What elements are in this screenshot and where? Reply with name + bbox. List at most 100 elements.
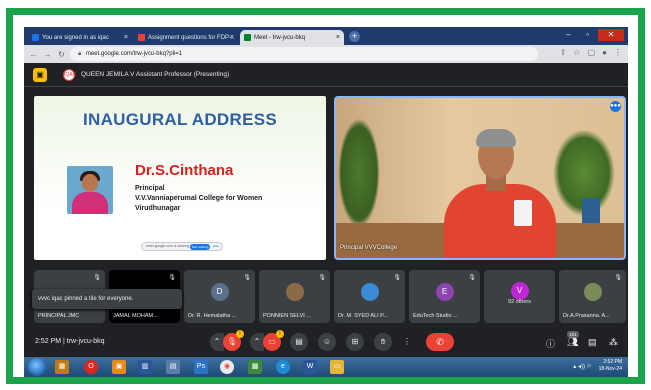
emoji-reaction-button[interactable]: ☺ bbox=[318, 333, 336, 351]
toolbar-actions: ⇪ ☆ ▢ ● ⋮ bbox=[560, 48, 622, 57]
participant-tile[interactable]: 🎙︎ D Dr. R. Hemalatha ... bbox=[184, 270, 255, 323]
mic-off-icon: 🎙︎ bbox=[318, 275, 326, 281]
tab-label: Assignment questions for FDP-.. bbox=[148, 34, 235, 41]
captions-button[interactable]: ▤ bbox=[290, 333, 308, 351]
clock-date: 18-Nov-24 bbox=[598, 366, 622, 372]
app-icon[interactable]: ▣ bbox=[112, 360, 126, 374]
forward-arrow-icon[interactable]: → bbox=[43, 50, 52, 59]
participant-tile[interactable]: 🎙︎ PONNIEN SELVI ... bbox=[259, 270, 330, 323]
minimize-icon[interactable]: – bbox=[560, 29, 577, 41]
video-options-button[interactable]: ⌃ bbox=[250, 333, 264, 351]
meet-favicon-icon bbox=[244, 34, 251, 41]
others-count: 92 others bbox=[508, 299, 531, 305]
windows-taskbar: ▦ O ▣ ▥ ▤ Ps ◉ ▩ e W ▭ ▴ ◂)) ⚐ 2:52 PM 1… bbox=[24, 357, 628, 377]
presenter-label: QUEEN JEMILA V Assistant Professor (Pres… bbox=[81, 71, 230, 78]
internet-explorer-icon[interactable]: e bbox=[276, 360, 290, 374]
mic-warning-badge: ! bbox=[236, 330, 244, 338]
back-arrow-icon[interactable]: ← bbox=[29, 50, 38, 59]
file-explorer-icon[interactable]: ▦ bbox=[55, 360, 69, 374]
tab-label: You are signed in as iqac bbox=[42, 34, 109, 41]
avatar: D bbox=[210, 283, 229, 301]
presentation-slide[interactable]: INAUGURAL ADDRESS Dr.S.Cinthana Principa… bbox=[34, 96, 326, 260]
participant-tile-others[interactable]: V 92 others bbox=[484, 270, 555, 323]
desktop-screen: You are signed in as iqac × Assignment q… bbox=[24, 27, 628, 377]
slide-title: INAUGURAL ADDRESS bbox=[82, 110, 277, 129]
profile-avatar-icon[interactable]: ● bbox=[602, 48, 607, 57]
avatar bbox=[285, 283, 304, 301]
people-icon[interactable]: 👥︎ bbox=[567, 337, 578, 348]
tab-iqac[interactable]: You are signed in as iqac × bbox=[28, 30, 132, 45]
id-card bbox=[514, 200, 532, 226]
more-options-icon[interactable]: ⋮ bbox=[401, 333, 413, 351]
system-tray-icons[interactable]: ▴ ◂)) ⚐ bbox=[573, 363, 592, 370]
lock-icon: 🔒︎ bbox=[78, 51, 82, 57]
gmail-favicon-icon bbox=[138, 34, 145, 41]
avatar: IQAC bbox=[63, 69, 76, 81]
leave-call-button[interactable]: ✆ bbox=[426, 333, 454, 351]
menu-dots-icon[interactable]: ⋮ bbox=[614, 48, 622, 57]
raise-hand-button[interactable]: ✋︎ bbox=[374, 333, 392, 351]
speaker-video-tile[interactable]: Principal VVVCollege ●●● bbox=[334, 96, 626, 260]
participant-name: Dr. M. SYED ALI P... bbox=[338, 313, 388, 319]
present-screen-icon[interactable]: ▣ bbox=[33, 68, 47, 82]
speaker-name: Dr.S.Cinthana bbox=[135, 162, 234, 179]
side-panel-icon[interactable]: ▢ bbox=[588, 48, 596, 57]
clock: 2:52 PM 18-Nov-24 bbox=[599, 359, 622, 373]
close-icon[interactable]: × bbox=[336, 34, 340, 41]
start-button[interactable] bbox=[28, 358, 46, 376]
presenting-bar: ▣ IQAC QUEEN JEMILA V Assistant Professo… bbox=[24, 63, 628, 87]
iqac-favicon-icon bbox=[32, 34, 39, 41]
mic-off-icon: 🎙︎ bbox=[468, 275, 476, 281]
participant-name: EduTech Studio ... bbox=[413, 313, 458, 319]
activities-icon[interactable]: ⁂ bbox=[609, 337, 618, 348]
tab-meet[interactable]: Meet - trw-jvcu-bkq × bbox=[240, 30, 344, 45]
participant-tile[interactable]: 🎙︎ E EduTech Studio ... bbox=[409, 270, 480, 323]
word-icon[interactable]: W bbox=[303, 360, 317, 374]
address-bar[interactable]: 🔒︎ meet.google.com/trw-jvcu-bkq?pli=1 bbox=[70, 47, 538, 61]
bookmark-star-icon[interactable]: ☆ bbox=[573, 48, 580, 57]
mic-off-icon: 🎙︎ bbox=[168, 275, 176, 281]
hide-button[interactable]: Hide bbox=[213, 243, 219, 250]
stop-sharing-button[interactable]: Stop sharing bbox=[190, 244, 210, 250]
browser-toolbar: ← → ↻ 🔒︎ meet.google.com/trw-jvcu-bkq?pl… bbox=[24, 45, 628, 63]
chat-icon[interactable]: ▤ bbox=[588, 337, 597, 348]
speaker-location: Virudhunagar bbox=[135, 205, 181, 212]
participant-tile[interactable]: 🎙︎ Dr.A.Prasanna. A... bbox=[559, 270, 626, 323]
share-icon[interactable]: ⇪ bbox=[560, 48, 567, 57]
clock-time: 2:52 PM bbox=[603, 359, 622, 365]
chrome-icon[interactable]: ◉ bbox=[220, 360, 234, 374]
pinned-tile-notification: vvvc iqac pinned a tile for everyone. bbox=[32, 289, 182, 309]
close-icon[interactable]: × bbox=[124, 34, 128, 41]
screen-share-notice: meet.google.com is sharing your screen. … bbox=[141, 242, 223, 251]
folder-icon[interactable]: ▭ bbox=[330, 360, 344, 374]
window-close-icon[interactable]: ✕ bbox=[598, 29, 624, 41]
speaker-college: V.V.Vanniaperumal College for Women bbox=[135, 195, 263, 202]
new-tab-button[interactable]: + bbox=[349, 31, 360, 42]
tab-assignment[interactable]: Assignment questions for FDP-.. × bbox=[134, 30, 238, 45]
avatar bbox=[360, 283, 379, 301]
app-icon[interactable]: ▥ bbox=[138, 360, 152, 374]
close-icon[interactable]: × bbox=[230, 34, 234, 41]
participant-name: PRINCIPAL JMC bbox=[38, 313, 80, 319]
meeting-info-icon[interactable]: ⓘ bbox=[546, 337, 555, 350]
audio-options-button[interactable]: ⌃ bbox=[210, 333, 224, 351]
video-participant-label: Principal VVVCollege bbox=[340, 245, 398, 251]
browser-tab-strip: You are signed in as iqac × Assignment q… bbox=[24, 27, 628, 45]
mic-off-icon: 🎙︎ bbox=[614, 275, 622, 281]
participant-tile[interactable]: 🎙︎ Dr. M. SYED ALI P... bbox=[334, 270, 405, 323]
present-now-button[interactable]: ⊞ bbox=[346, 333, 364, 351]
mic-off-icon: 🎙︎ bbox=[243, 275, 251, 281]
avatar: E bbox=[435, 283, 454, 301]
meet-control-bar: 2:52 PM | trw-jvcu-bkq ⌃ 🎙︎ ! ⌃ ▭ ! ▤ ☺ … bbox=[24, 327, 628, 357]
screenshot-frame: You are signed in as iqac × Assignment q… bbox=[0, 0, 651, 390]
photoshop-icon[interactable]: Ps bbox=[194, 360, 208, 374]
meeting-time-code: 2:52 PM | trw-jvcu-bkq bbox=[35, 338, 105, 345]
tab-label: Meet - trw-jvcu-bkq bbox=[254, 34, 306, 41]
app-icon[interactable]: ▤ bbox=[166, 360, 180, 374]
avatar bbox=[583, 283, 602, 301]
opera-icon[interactable]: O bbox=[84, 360, 98, 374]
maximize-icon[interactable]: ▫ bbox=[579, 29, 596, 41]
participant-name: PONNIEN SELVI ... bbox=[263, 313, 311, 319]
reload-icon[interactable]: ↻ bbox=[57, 50, 66, 59]
app-icon[interactable]: ▩ bbox=[248, 360, 262, 374]
